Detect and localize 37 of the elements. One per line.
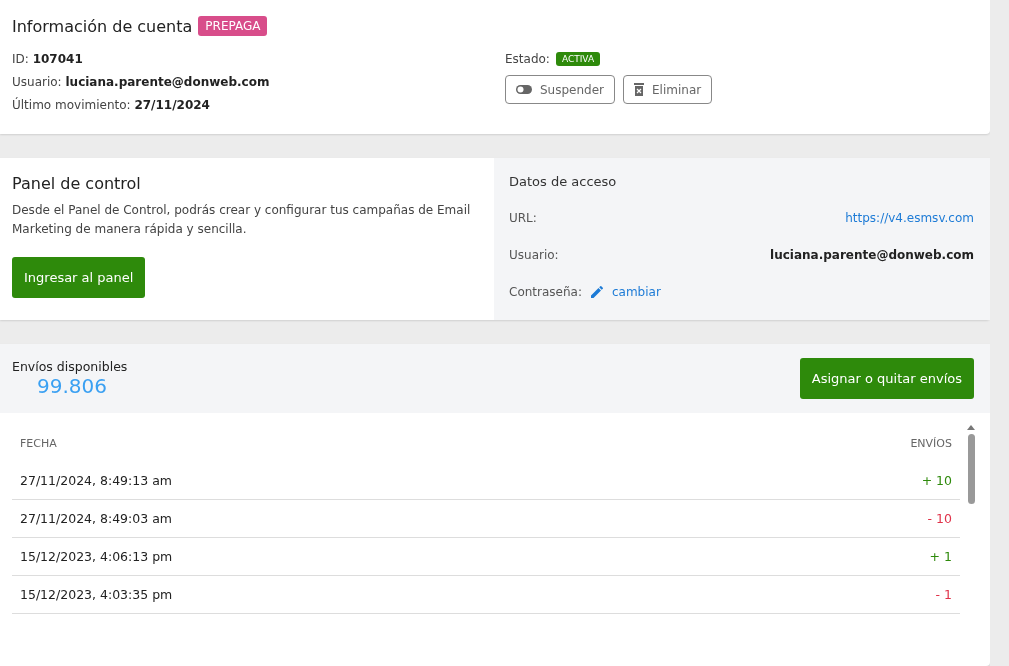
trash-icon [634, 83, 644, 96]
panel-title: Panel de control [12, 174, 141, 193]
amount-cell: - 10 [927, 511, 952, 526]
amount-cell: + 1 [929, 549, 952, 564]
status-badge: ACTIVA [555, 52, 601, 66]
scroll-up-icon[interactable] [967, 425, 975, 430]
user-value: luciana.parente@donweb.com [770, 247, 974, 262]
assign-sends-button[interactable]: Asignar o quitar envíos [799, 358, 974, 399]
panel-description: Desde el Panel de Control, podrás crear y configurar tus campañas de Email Marketing de manera rápida y sencilla. [12, 202, 472, 238]
account-field: Último movimiento: 27/11/2024 [12, 98, 505, 112]
access-title: Datos de acceso [509, 174, 618, 189]
account-field: Usuario: luciana.parente@donweb.com [12, 75, 505, 89]
enter-panel-button[interactable]: Ingresar al panel [12, 257, 146, 298]
column-header: FECHA [20, 437, 57, 450]
pencil-icon [589, 284, 604, 299]
amount-cell: - 1 [935, 587, 952, 602]
account-field: ID: 107041 [12, 52, 505, 66]
sends-count: 99.806 [37, 374, 108, 398]
scrollbar-thumb[interactable] [967, 434, 975, 504]
date-cell: 15/12/2023, 4:03:35 pm [20, 587, 173, 602]
sends-label: Envíos disponibles [12, 359, 128, 374]
column-header: ENVÍOS [910, 437, 952, 450]
date-cell: 27/11/2024, 8:49:03 am [20, 511, 172, 526]
amount-cell: + 10 [921, 473, 952, 488]
date-cell: 15/12/2023, 4:06:13 pm [20, 549, 173, 564]
user-label: Usuario: [509, 247, 559, 262]
url-link[interactable]: https://v4.esmsv.com [845, 210, 974, 225]
date-cell: 27/11/2024, 8:49:13 am [20, 473, 172, 488]
password-label: Contraseña: [509, 284, 582, 299]
account-title: Información de cuenta [12, 16, 193, 36]
toggle-icon [516, 85, 532, 94]
change-password-link[interactable]: cambiar [611, 284, 661, 299]
url-label: URL: [509, 210, 537, 225]
status-label: Estado: [505, 52, 550, 66]
action-button[interactable]: Suspender [505, 75, 615, 104]
action-button[interactable]: Eliminar [623, 75, 713, 104]
plan-badge: PREPAGA [198, 16, 268, 36]
